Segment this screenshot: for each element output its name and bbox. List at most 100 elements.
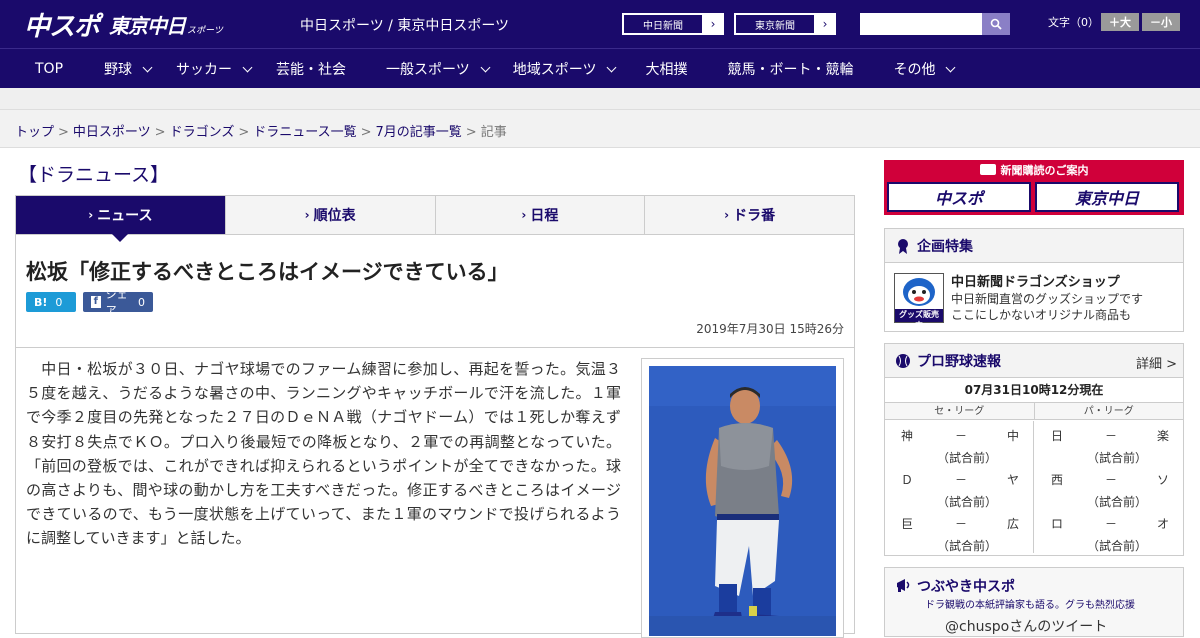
logo-tokyo-chunichi: 東京中日 bbox=[109, 13, 186, 38]
game-row[interactable]: ロ － オ （試合前） bbox=[1035, 509, 1184, 553]
score: － bbox=[1105, 473, 1118, 487]
tab-schedule[interactable]: › 日程 bbox=[436, 196, 646, 234]
team-away: 楽 bbox=[1157, 429, 1170, 443]
scores-detail-link[interactable]: 詳細 > bbox=[1136, 353, 1177, 372]
team-home: 日 bbox=[1051, 429, 1064, 443]
shop-title[interactable]: 中日新聞ドラゴンズショップ bbox=[951, 271, 1120, 290]
team-away: ヤ bbox=[1007, 473, 1020, 487]
scores-title: プロ野球速報 bbox=[917, 353, 1001, 370]
chevron-down-icon bbox=[607, 62, 617, 72]
tab-label: ドラ番 bbox=[733, 208, 776, 224]
pacific-league-label: パ・リーグ bbox=[1083, 406, 1134, 417]
nav-item-local-sports[interactable]: 地域スポーツ bbox=[512, 49, 617, 89]
breadcrumb-separator: > bbox=[238, 125, 250, 140]
breadcrumb-link[interactable]: トップ bbox=[15, 125, 54, 140]
hatena-count: 0 bbox=[55, 295, 63, 309]
site-logo[interactable]: 中スポ 東京中日 スポーツ bbox=[24, 8, 223, 42]
nav-item-general-sports[interactable]: 一般スポーツ bbox=[386, 49, 491, 89]
game-status: （試合前） bbox=[1087, 451, 1148, 465]
article-date: 2019年7月30日 15時26分 bbox=[696, 322, 844, 336]
game-row[interactable]: 日 － 楽 （試合前） bbox=[1035, 421, 1184, 465]
central-league-label: セ・リーグ bbox=[885, 403, 1035, 419]
chevron-right-icon: › bbox=[88, 208, 94, 222]
hatena-icon: B! bbox=[34, 295, 48, 309]
breadcrumb-link[interactable]: ドラゴンズ bbox=[170, 125, 235, 140]
nav-item-sumo[interactable]: 大相撲 bbox=[645, 49, 687, 89]
divider bbox=[16, 347, 854, 348]
breadcrumb-link[interactable]: ドラニュース一覧 bbox=[253, 125, 356, 140]
ext-button-label: 中日新聞 bbox=[623, 14, 703, 34]
breadcrumb-link[interactable]: 7月の記事一覧 bbox=[376, 125, 462, 140]
score: － bbox=[955, 429, 968, 443]
team-home: 西 bbox=[1051, 473, 1064, 487]
team-away: ソ bbox=[1157, 473, 1170, 487]
nav-label: 地域スポーツ bbox=[512, 62, 597, 78]
search-icon bbox=[990, 18, 1002, 30]
breadcrumb-link[interactable]: 中日スポーツ bbox=[73, 125, 151, 140]
nav-item-top[interactable]: TOP bbox=[35, 49, 63, 89]
shop-image[interactable]: グッズ販売中 bbox=[894, 273, 944, 330]
ribbon-icon bbox=[898, 238, 908, 254]
logo-sports: スポーツ bbox=[187, 25, 223, 36]
twitter-account-link[interactable]: @chuspoさんのツイート bbox=[945, 616, 1107, 636]
nav-label: 野球 bbox=[104, 62, 133, 78]
pacific-games: 日 － 楽 （試合前） 西 － ソ （試合前） ロ － オ （試合前） bbox=[1035, 421, 1184, 553]
site-header: 中スポ 東京中日 スポーツ 中日スポーツ / 東京中日スポーツ 中日新聞 › 東… bbox=[0, 0, 1200, 48]
breadcrumb-separator: > bbox=[58, 125, 69, 140]
text-size-up-button[interactable]: ＋大 bbox=[1101, 13, 1139, 31]
chevron-right-icon: › bbox=[822, 17, 828, 31]
megaphone-icon bbox=[897, 579, 910, 592]
game-row[interactable]: 神 － 中 （試合前） bbox=[885, 421, 1033, 465]
search-input[interactable] bbox=[860, 13, 982, 35]
nav-item-racing[interactable]: 競馬・ボート・競輪 bbox=[727, 49, 853, 89]
facebook-share-button[interactable]: f シェア 0 bbox=[83, 288, 153, 317]
scores-timestamp: 07月31日10時12分現在 bbox=[964, 383, 1104, 397]
chunichi-shimbun-button[interactable]: 中日新聞 › bbox=[622, 13, 724, 35]
logo-chuspo: 中スポ bbox=[24, 11, 100, 42]
team-home: 巨 bbox=[901, 517, 914, 531]
subscription-title: 新聞購読のご案内 bbox=[884, 160, 1184, 179]
hatena-bookmark-button[interactable]: B! 0 bbox=[26, 292, 76, 312]
nav-item-baseball[interactable]: 野球 bbox=[104, 49, 153, 89]
search-button[interactable] bbox=[982, 13, 1010, 35]
score: － bbox=[955, 517, 968, 531]
tab-standings[interactable]: › 順位表 bbox=[226, 196, 436, 234]
twitter-panel: つぶやき中スポ ドラ観戦の本紙評論家も語る。グラも熱烈応援 @chuspoさんの… bbox=[884, 567, 1184, 637]
nav-label: 競馬・ボート・競輪 bbox=[727, 62, 854, 78]
game-row[interactable]: 西 － ソ （試合前） bbox=[1035, 465, 1184, 509]
text-size-down-button[interactable]: －小 bbox=[1142, 13, 1180, 31]
subscription-banner[interactable]: 新聞購読のご案内 中スポ 東京中日 bbox=[884, 160, 1184, 215]
chevron-down-icon bbox=[480, 62, 491, 72]
team-away: 広 bbox=[1007, 517, 1020, 531]
section-title: 【ドラニュース】 bbox=[18, 164, 170, 186]
shop-description: 中日新聞直営のグッズショップです ここにしかないオリジナル商品も bbox=[951, 292, 1143, 323]
tokyo-shimbun-button[interactable]: 東京新聞 › bbox=[734, 13, 836, 35]
game-row[interactable]: Ｄ － ヤ （試合前） bbox=[885, 465, 1033, 509]
team-away: 中 bbox=[1007, 429, 1020, 443]
nav-label: その他 bbox=[893, 62, 936, 78]
player-running-image bbox=[649, 366, 836, 636]
text-size-label: 文字（0） bbox=[1048, 16, 1099, 29]
nav-item-entertainment[interactable]: 芸能・社会 bbox=[276, 49, 346, 89]
subscribe-tokyo-chunichi-logo[interactable]: 東京中日 bbox=[1035, 182, 1179, 212]
nav-item-other[interactable]: その他 bbox=[893, 49, 956, 89]
shop-description-line: ここにしかないオリジナル商品も bbox=[951, 307, 1132, 322]
game-row[interactable]: 巨 － 広 （試合前） bbox=[885, 509, 1033, 553]
team-home: 神 bbox=[901, 429, 914, 443]
league-header: セ・リーグ パ・リーグ bbox=[885, 402, 1183, 420]
nav-item-soccer[interactable]: サッカー bbox=[176, 49, 253, 89]
tab-label: 日程 bbox=[530, 208, 559, 224]
chevron-right-icon: › bbox=[724, 208, 730, 222]
game-status: （試合前） bbox=[937, 495, 998, 509]
nav-label: サッカー bbox=[176, 62, 233, 78]
nav-label: 芸能・社会 bbox=[276, 62, 347, 78]
breadcrumb-separator: > bbox=[465, 125, 477, 140]
score: － bbox=[1105, 429, 1118, 443]
tab-news[interactable]: › ニュース bbox=[16, 196, 226, 242]
subscribe-chuspo-logo[interactable]: 中スポ bbox=[887, 182, 1031, 212]
chevron-right-icon: › bbox=[521, 208, 527, 222]
article-photo[interactable] bbox=[649, 366, 836, 636]
tab-label: 順位表 bbox=[313, 208, 356, 224]
tab-doraban[interactable]: › ドラ番 bbox=[645, 196, 854, 234]
breadcrumb-separator: > bbox=[360, 125, 372, 140]
